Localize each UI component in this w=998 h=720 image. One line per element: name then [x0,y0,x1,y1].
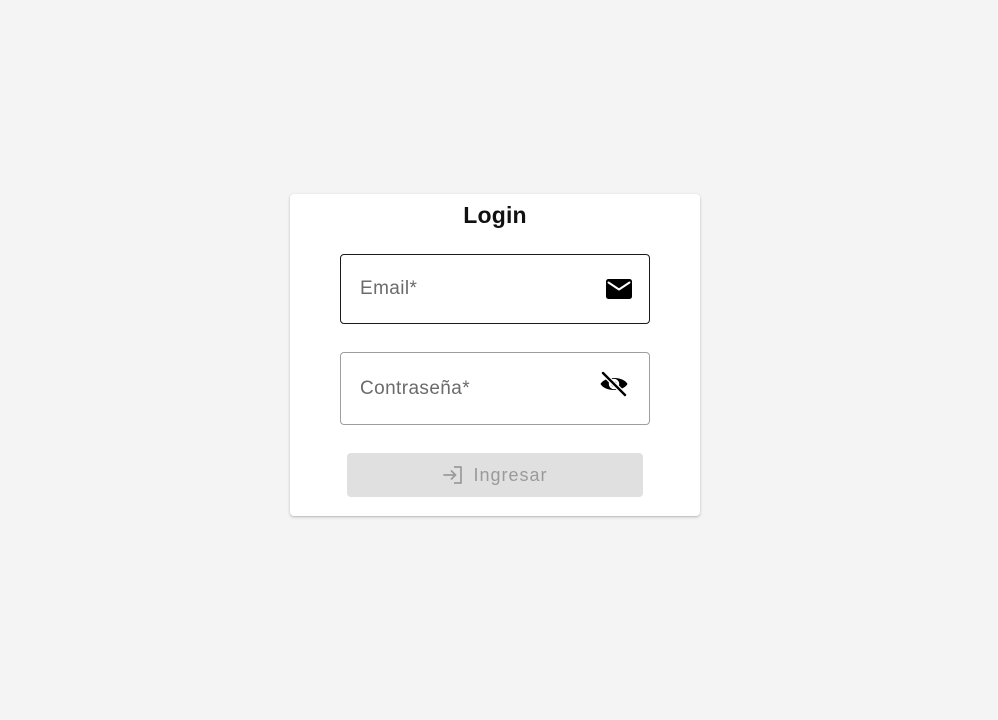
login-button-label: Ingresar [473,464,548,485]
login-icon [442,464,464,486]
login-title: Login [463,202,527,228]
email-field[interactable]: Email* [340,254,650,324]
eye-off-icon[interactable] [599,370,629,398]
password-field[interactable]: Contraseña* [340,352,650,425]
login-card: Login Email* Contraseña* Ingresar [290,194,700,516]
mail-icon [605,278,633,300]
login-button[interactable]: Ingresar [347,453,643,497]
